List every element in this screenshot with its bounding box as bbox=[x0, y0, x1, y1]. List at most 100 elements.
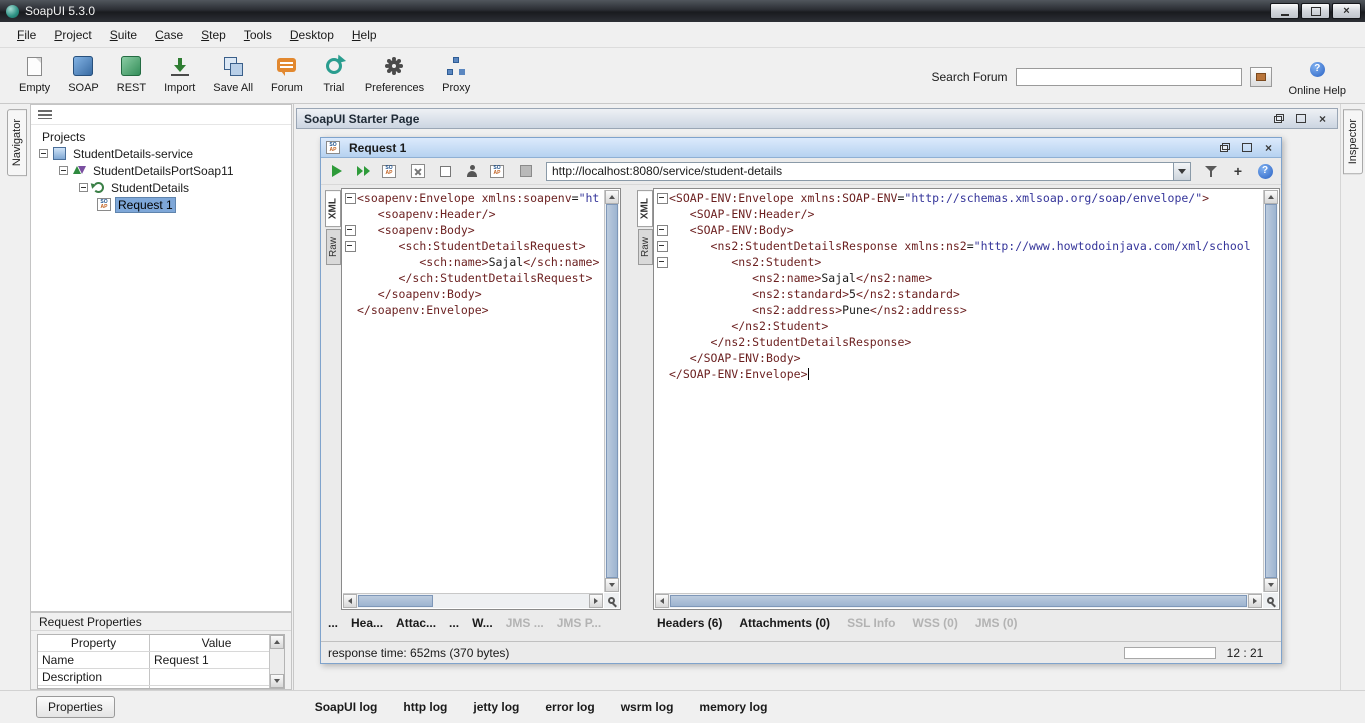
credentials-button[interactable] bbox=[461, 161, 483, 181]
soap-action-button[interactable]: SOAP bbox=[488, 161, 510, 181]
request-inspector-tab[interactable]: Hea... bbox=[351, 616, 383, 630]
tab-raw[interactable]: Raw bbox=[326, 229, 341, 265]
tab-xml[interactable]: XML bbox=[325, 190, 341, 227]
property-value-cell[interactable]: Request 1 bbox=[150, 652, 284, 668]
fold-toggle-icon[interactable] bbox=[655, 238, 669, 254]
request-inspector-tab[interactable]: W... bbox=[472, 616, 493, 630]
menu-step[interactable]: Step bbox=[192, 24, 235, 46]
scroll-down-icon[interactable] bbox=[270, 674, 284, 688]
recreate-request-button[interactable]: SOAP bbox=[380, 161, 402, 181]
tree-item-service[interactable]: StudentDetails-service bbox=[31, 145, 291, 162]
restore-button[interactable] bbox=[1271, 112, 1286, 125]
editor-zoom-corner[interactable] bbox=[604, 593, 619, 608]
async-submit-button[interactable] bbox=[353, 161, 375, 181]
menu-desktop[interactable]: Desktop bbox=[281, 24, 343, 46]
scrollbar-thumb[interactable] bbox=[1265, 204, 1277, 578]
request-help-button[interactable]: ? bbox=[1254, 161, 1276, 181]
minimize-button[interactable] bbox=[1270, 3, 1299, 19]
tree-options-icon[interactable] bbox=[38, 110, 52, 119]
menu-tools[interactable]: Tools bbox=[235, 24, 281, 46]
maximize-button[interactable] bbox=[1301, 3, 1330, 19]
dump-button[interactable] bbox=[515, 161, 537, 181]
log-tab-error[interactable]: error log bbox=[545, 700, 594, 714]
collapse-icon[interactable] bbox=[79, 183, 88, 192]
table-row[interactable]: Message Size 319 bbox=[38, 686, 284, 689]
cancel-request-button[interactable] bbox=[407, 161, 429, 181]
horizontal-scrollbar[interactable] bbox=[343, 593, 603, 608]
scroll-up-icon[interactable] bbox=[270, 635, 284, 649]
close-button[interactable]: × bbox=[1332, 3, 1361, 19]
close-button[interactable]: × bbox=[1261, 141, 1276, 154]
maximize-button[interactable] bbox=[1293, 112, 1308, 125]
add-endpoint-button[interactable]: + bbox=[1227, 161, 1249, 181]
maximize-button[interactable] bbox=[1239, 141, 1254, 154]
response-xml-editor[interactable]: <SOAP-ENV:Envelope xmlns:SOAP-ENV="http:… bbox=[653, 188, 1280, 610]
endpoint-combo[interactable]: http://localhost:8080/service/student-de… bbox=[546, 162, 1191, 181]
request-inspector-tab[interactable]: ... bbox=[328, 616, 338, 630]
fold-toggle-icon[interactable] bbox=[655, 222, 669, 238]
tree-item-port[interactable]: StudentDetailsPortSoap11 bbox=[31, 162, 291, 179]
request-inspector-tab[interactable]: ... bbox=[449, 616, 459, 630]
vertical-scrollbar[interactable] bbox=[604, 190, 619, 592]
toolbar-button-proxy[interactable]: Proxy bbox=[433, 51, 479, 103]
endpoint-url[interactable]: http://localhost:8080/service/student-de… bbox=[547, 164, 1173, 178]
layout-filter-button[interactable] bbox=[1200, 161, 1222, 181]
properties-scrollbar[interactable] bbox=[269, 635, 284, 688]
online-help-button[interactable]: ? Online Help bbox=[1280, 54, 1355, 100]
scrollbar-thumb[interactable] bbox=[670, 595, 1247, 607]
titlebar[interactable]: SoapUI 5.3.0 × bbox=[0, 0, 1365, 22]
log-tab-jetty[interactable]: jetty log bbox=[473, 700, 519, 714]
tree-item-operation[interactable]: StudentDetails bbox=[31, 179, 291, 196]
toolbar-button-save-all[interactable]: Save All bbox=[204, 51, 262, 103]
menu-project[interactable]: Project bbox=[45, 24, 100, 46]
request-window-titlebar[interactable]: SOAP Request 1 × bbox=[321, 138, 1281, 158]
scroll-down-icon[interactable] bbox=[605, 578, 619, 592]
property-value-cell[interactable] bbox=[150, 669, 284, 685]
response-inspector-tab[interactable]: Attachments (0) bbox=[739, 616, 830, 630]
log-tab-wsrm[interactable]: wsrm log bbox=[621, 700, 674, 714]
properties-toggle-button[interactable]: Properties bbox=[36, 696, 115, 718]
submit-request-button[interactable] bbox=[326, 161, 348, 181]
table-row[interactable]: Description bbox=[38, 669, 284, 686]
horizontal-scrollbar[interactable] bbox=[655, 593, 1262, 608]
request-xml-content[interactable]: <soapenv:Envelope xmlns:soapenv="ht <soa… bbox=[343, 190, 603, 592]
scroll-up-icon[interactable] bbox=[1264, 190, 1278, 204]
scroll-up-icon[interactable] bbox=[605, 190, 619, 204]
table-row[interactable]: Name Request 1 bbox=[38, 652, 284, 669]
menu-file[interactable]: File bbox=[8, 24, 45, 46]
starter-page-bar[interactable]: SoapUI Starter Page × bbox=[296, 108, 1338, 129]
create-empty-button[interactable] bbox=[434, 161, 456, 181]
scrollbar-thumb[interactable] bbox=[358, 595, 433, 607]
fold-toggle-icon[interactable] bbox=[343, 238, 357, 254]
scrollbar-thumb[interactable] bbox=[606, 204, 618, 578]
toolbar-button-rest[interactable]: REST bbox=[108, 51, 155, 103]
navigator-tab[interactable]: Navigator bbox=[7, 109, 27, 176]
response-xml-content[interactable]: <SOAP-ENV:Envelope xmlns:SOAP-ENV="http:… bbox=[655, 190, 1262, 592]
request-xml-editor[interactable]: <soapenv:Envelope xmlns:soapenv="ht <soa… bbox=[341, 188, 621, 610]
property-value-cell[interactable]: 319 bbox=[150, 686, 284, 689]
toolbar-button-empty[interactable]: Empty bbox=[10, 51, 59, 103]
scroll-left-icon[interactable] bbox=[655, 594, 669, 608]
toolbar-button-soap[interactable]: SOAP bbox=[59, 51, 108, 103]
menu-help[interactable]: Help bbox=[343, 24, 386, 46]
log-tab-memory[interactable]: memory log bbox=[699, 700, 767, 714]
restore-button[interactable] bbox=[1217, 141, 1232, 154]
fold-toggle-icon[interactable] bbox=[655, 190, 669, 206]
close-button[interactable]: × bbox=[1315, 112, 1330, 125]
log-tab-http[interactable]: http log bbox=[403, 700, 447, 714]
fold-toggle-icon[interactable] bbox=[343, 222, 357, 238]
toolbar-button-forum[interactable]: Forum bbox=[262, 51, 312, 103]
toolbar-button-import[interactable]: Import bbox=[155, 51, 204, 103]
scroll-right-icon[interactable] bbox=[1248, 594, 1262, 608]
collapse-icon[interactable] bbox=[59, 166, 68, 175]
inspector-tab[interactable]: Inspector bbox=[1343, 109, 1363, 174]
scroll-right-icon[interactable] bbox=[589, 594, 603, 608]
editor-zoom-corner[interactable] bbox=[1263, 593, 1278, 608]
scroll-down-icon[interactable] bbox=[1264, 578, 1278, 592]
toolbar-button-trial[interactable]: Trial bbox=[312, 51, 356, 103]
collapse-icon[interactable] bbox=[39, 149, 48, 158]
fold-toggle-icon[interactable] bbox=[655, 254, 669, 270]
fold-toggle-icon[interactable] bbox=[343, 190, 357, 206]
vertical-scrollbar[interactable] bbox=[1263, 190, 1278, 592]
log-tab-soapui[interactable]: SoapUI log bbox=[315, 700, 378, 714]
